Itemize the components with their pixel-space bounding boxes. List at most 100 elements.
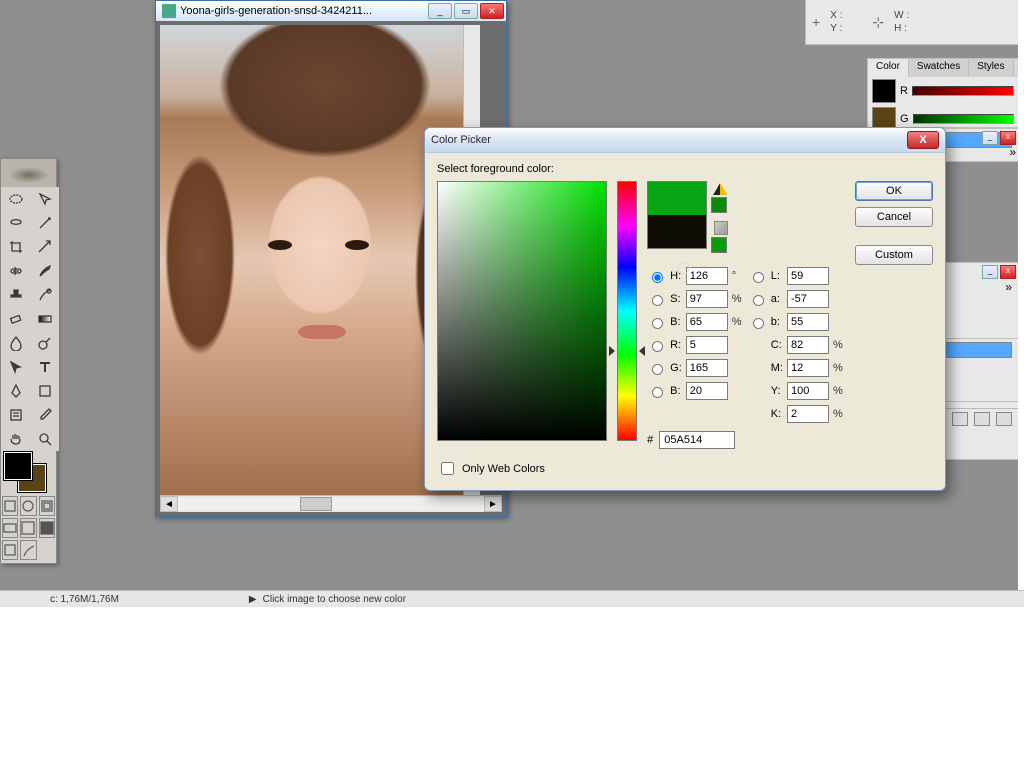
path-select-tool[interactable] bbox=[1, 355, 30, 379]
zoom-tool[interactable] bbox=[30, 427, 59, 451]
move-tool[interactable] bbox=[30, 187, 59, 211]
stamp-tool[interactable] bbox=[1, 283, 30, 307]
minimize-button[interactable]: _ bbox=[428, 3, 452, 19]
panel-min-icon[interactable]: _ bbox=[982, 131, 998, 145]
type-tool[interactable] bbox=[30, 355, 59, 379]
tab-color[interactable]: Color bbox=[867, 58, 909, 77]
jump-to-1[interactable] bbox=[2, 540, 18, 560]
l-label: L: bbox=[771, 270, 783, 282]
panel-min-icon[interactable]: _ bbox=[982, 265, 998, 279]
green-slider[interactable] bbox=[913, 114, 1014, 124]
only-web-colors-checkbox[interactable] bbox=[441, 462, 454, 475]
screen-mode[interactable] bbox=[39, 496, 55, 516]
folder-icon[interactable] bbox=[952, 412, 968, 426]
maximize-button[interactable]: ▭ bbox=[454, 3, 478, 19]
radio-b-lab[interactable] bbox=[753, 318, 764, 329]
old-color-swatch[interactable] bbox=[648, 215, 706, 248]
lasso-tool[interactable] bbox=[1, 211, 30, 235]
hand-tool[interactable] bbox=[1, 427, 30, 451]
status-hint: Click image to choose new color bbox=[263, 594, 406, 605]
history-brush-tool[interactable] bbox=[30, 283, 59, 307]
brush-tool[interactable] bbox=[30, 259, 59, 283]
b-rgb-input[interactable] bbox=[686, 382, 728, 400]
horizontal-scrollbar[interactable]: ◄ ► bbox=[160, 495, 502, 512]
a-input[interactable] bbox=[787, 290, 829, 308]
panel-close-icon[interactable]: x bbox=[1000, 265, 1016, 279]
m-input[interactable] bbox=[787, 359, 829, 377]
l-input[interactable] bbox=[787, 267, 829, 285]
screen-mode-3[interactable] bbox=[20, 518, 36, 538]
panel-fg-swatch[interactable] bbox=[872, 79, 896, 103]
hue-arrow-left-icon[interactable] bbox=[609, 346, 615, 356]
screen-mode-2[interactable] bbox=[2, 518, 18, 538]
b-rgb-label: B: bbox=[670, 385, 682, 397]
radio-g[interactable] bbox=[652, 364, 663, 375]
red-slider[interactable] bbox=[912, 86, 1014, 96]
dialog-close-button[interactable]: X bbox=[907, 131, 939, 149]
tab-styles[interactable]: Styles bbox=[968, 58, 1013, 77]
scroll-right-icon[interactable]: ► bbox=[484, 496, 502, 512]
standard-mode[interactable] bbox=[2, 496, 18, 516]
close-button[interactable]: ✕ bbox=[480, 3, 504, 19]
s-label: S: bbox=[670, 293, 682, 305]
b-lab-input[interactable] bbox=[787, 313, 829, 331]
saturation-value-field[interactable] bbox=[437, 181, 607, 441]
cancel-button[interactable]: Cancel bbox=[855, 207, 933, 227]
websafe-swatch[interactable] bbox=[711, 237, 727, 253]
pen-tool[interactable] bbox=[1, 379, 30, 403]
c-input[interactable] bbox=[787, 336, 829, 354]
radio-r[interactable] bbox=[652, 341, 663, 352]
scroll-left-icon[interactable]: ◄ bbox=[160, 496, 178, 512]
eyedropper-tool[interactable] bbox=[30, 403, 59, 427]
scroll-thumb[interactable] bbox=[300, 497, 332, 511]
hue-slider[interactable] bbox=[617, 181, 637, 441]
radio-a[interactable] bbox=[753, 295, 764, 306]
eraser-tool[interactable] bbox=[1, 307, 30, 331]
foreground-swatch[interactable] bbox=[4, 452, 32, 480]
gamut-swatch[interactable] bbox=[711, 197, 727, 213]
panel-menu-icon[interactable]: » bbox=[1005, 280, 1012, 294]
b-hsb-input[interactable] bbox=[686, 313, 728, 331]
quickmask-mode[interactable] bbox=[20, 496, 36, 516]
gamut-warning-icon[interactable] bbox=[713, 183, 727, 195]
dodge-tool[interactable] bbox=[30, 331, 59, 355]
screen-mode-4[interactable] bbox=[39, 518, 55, 538]
blur-tool[interactable] bbox=[1, 331, 30, 355]
g-input[interactable] bbox=[686, 359, 728, 377]
panel-close-icon[interactable]: x bbox=[1000, 131, 1016, 145]
notes-tool[interactable] bbox=[1, 403, 30, 427]
s-input[interactable] bbox=[686, 290, 728, 308]
hue-arrow-right-icon[interactable] bbox=[639, 346, 645, 356]
crop-tool[interactable] bbox=[1, 235, 30, 259]
dialog-titlebar[interactable]: Color Picker X bbox=[425, 128, 945, 153]
custom-button[interactable]: Custom bbox=[855, 245, 933, 265]
radio-b-hsb[interactable] bbox=[652, 318, 663, 329]
k-input[interactable] bbox=[787, 405, 829, 423]
ok-button[interactable]: OK bbox=[855, 181, 933, 201]
sv-marker-icon[interactable] bbox=[678, 262, 690, 274]
panel-menu-icon[interactable]: » bbox=[1009, 145, 1016, 159]
slice-tool[interactable] bbox=[30, 235, 59, 259]
shape-tool[interactable] bbox=[30, 379, 59, 403]
image-content bbox=[298, 325, 346, 339]
radio-l[interactable] bbox=[753, 272, 764, 283]
gradient-tool[interactable] bbox=[30, 307, 59, 331]
radio-b-rgb[interactable] bbox=[652, 387, 663, 398]
websafe-warning-icon[interactable] bbox=[714, 221, 728, 235]
wand-tool[interactable] bbox=[30, 211, 59, 235]
b-hsb-label: B: bbox=[670, 316, 682, 328]
trash-icon[interactable] bbox=[996, 412, 1012, 426]
status-play-icon[interactable]: ▶ bbox=[249, 594, 257, 605]
new-layer-icon[interactable] bbox=[974, 412, 990, 426]
r-input[interactable] bbox=[686, 336, 728, 354]
h-input[interactable] bbox=[686, 267, 728, 285]
jump-to-2[interactable] bbox=[20, 540, 36, 560]
marquee-tool[interactable] bbox=[1, 187, 30, 211]
tab-swatches[interactable]: Swatches bbox=[908, 58, 969, 77]
hex-input[interactable] bbox=[659, 431, 735, 449]
y-input[interactable] bbox=[787, 382, 829, 400]
document-titlebar[interactable]: Yoona-girls-generation-snsd-3424211... _… bbox=[156, 1, 506, 21]
radio-s[interactable] bbox=[652, 295, 663, 306]
healing-tool[interactable] bbox=[1, 259, 30, 283]
radio-h[interactable] bbox=[652, 272, 663, 283]
